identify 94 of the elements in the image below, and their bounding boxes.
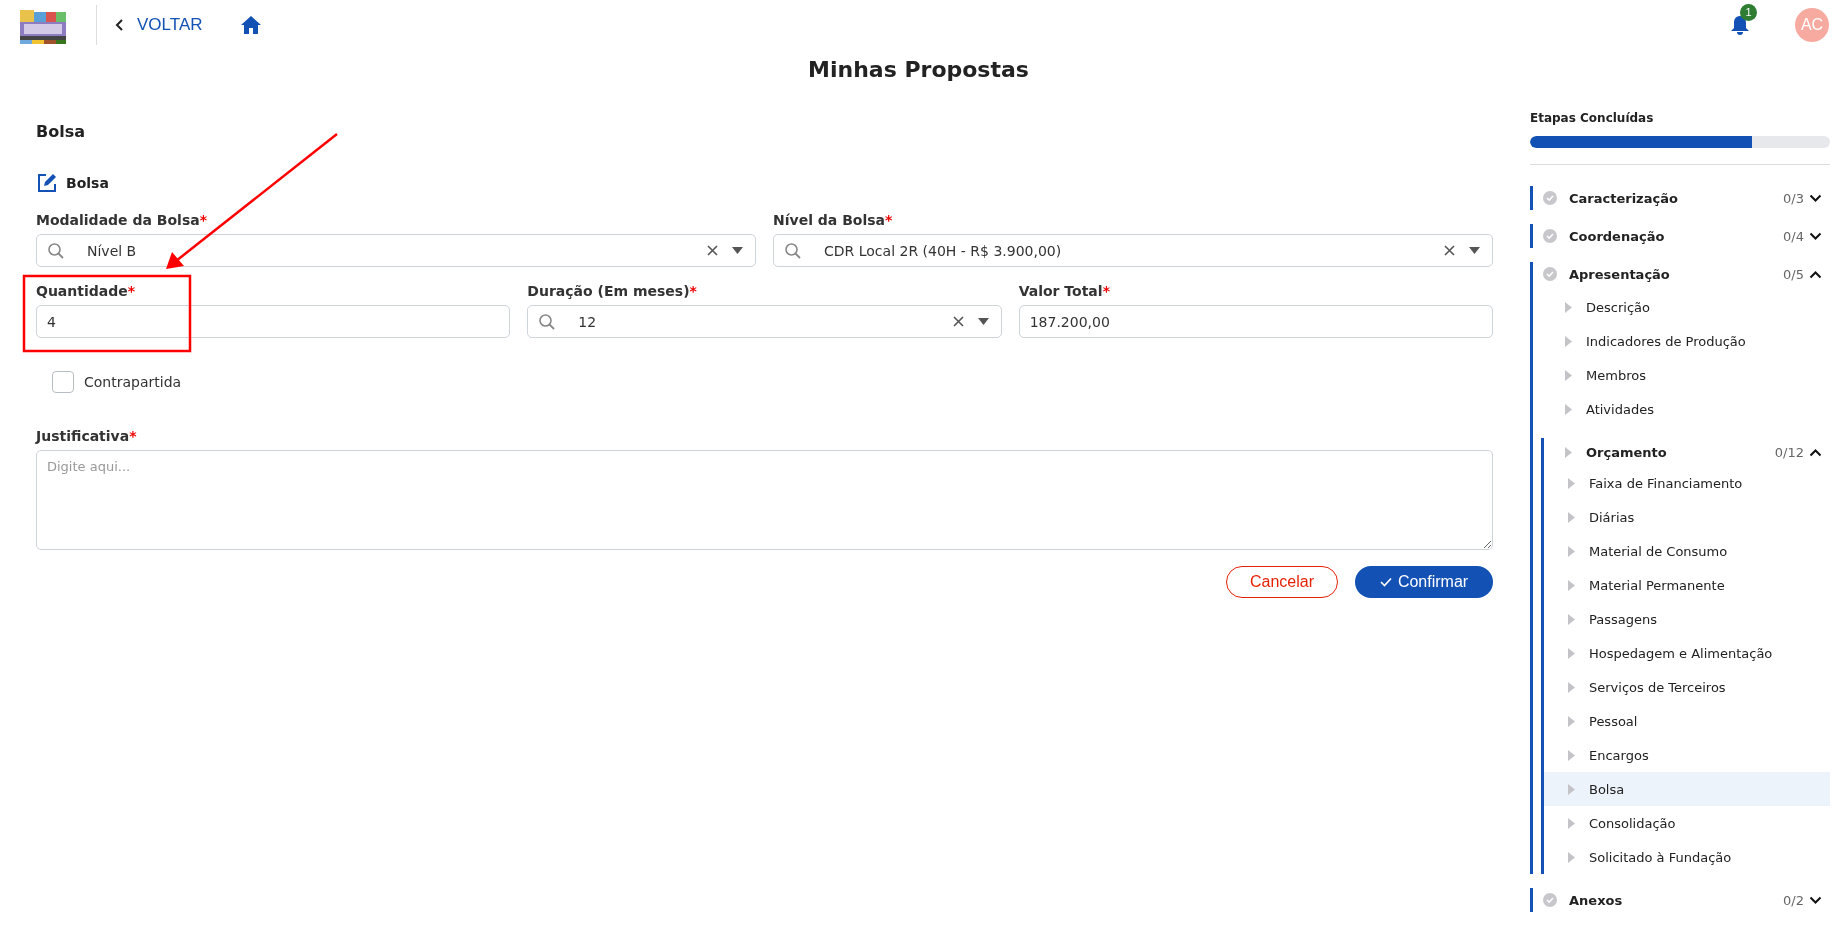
nav-section[interactable]: Anexos	[1533, 892, 1784, 908]
edit-icon	[36, 172, 58, 194]
chevron-up-icon[interactable]	[1809, 269, 1822, 279]
select-field[interactable]: 12	[527, 305, 1002, 338]
nav-item[interactable]: Faixa de Financiamento	[1544, 466, 1830, 500]
clear-icon[interactable]	[707, 245, 718, 256]
nav-item[interactable]: Membros	[1533, 358, 1830, 392]
triangle-icon	[1568, 511, 1575, 523]
step-count: 0/3	[1783, 190, 1804, 206]
nav-item[interactable]: Serviços de Terceiros	[1544, 670, 1830, 704]
triangle-icon	[1568, 817, 1575, 829]
chevron-up-icon[interactable]	[1809, 447, 1822, 457]
home-icon[interactable]	[239, 15, 262, 35]
triangle-icon	[1565, 446, 1572, 458]
field-label: Modalidade da Bolsa	[36, 211, 200, 229]
field-label: Duração (Em meses)	[527, 282, 690, 300]
search-icon	[538, 312, 557, 331]
checkbox[interactable]	[52, 371, 74, 393]
nav-item[interactable]: Indicadores de Produção	[1533, 324, 1830, 358]
field-label: Justificativa	[36, 427, 130, 445]
required-mark: *	[127, 282, 136, 300]
checkbox-label: Contrapartida	[84, 374, 182, 390]
triangle-icon	[1565, 301, 1572, 313]
nav-item[interactable]: Encargos	[1544, 738, 1830, 772]
chevron-down-icon[interactable]	[1809, 231, 1822, 241]
select-field[interactable]: CDR Local 2R (40H - R$ 3.900,00)	[773, 234, 1493, 267]
nav-item[interactable]: Material de Consumo	[1544, 534, 1830, 568]
nav-item[interactable]: Descrição	[1533, 290, 1830, 324]
search-icon	[47, 241, 65, 260]
caret-icon[interactable]	[732, 247, 743, 254]
triangle-icon	[1568, 749, 1575, 761]
required-mark: *	[689, 282, 697, 300]
step-count: 0/12	[1774, 444, 1804, 460]
page-title: Minhas Propostas	[807, 56, 1030, 84]
nav-item[interactable]: Material Permanente	[1544, 568, 1830, 602]
step-count: 0/4	[1783, 228, 1804, 244]
nav-item[interactable]: Solicitado à Fundação	[1544, 840, 1830, 874]
triangle-icon	[1568, 681, 1575, 693]
nav-section[interactable]: Coordenação	[1533, 228, 1784, 244]
caret-icon[interactable]	[1469, 247, 1480, 254]
triangle-icon	[1568, 477, 1575, 489]
triangle-icon	[1568, 545, 1575, 557]
caret-icon[interactable]	[977, 318, 989, 325]
bell-icon[interactable]	[1730, 14, 1750, 36]
triangle-icon	[1568, 715, 1575, 727]
required-mark: *	[199, 211, 207, 229]
nav-item[interactable]: Diárias	[1544, 500, 1830, 534]
check-circle-icon	[1543, 267, 1557, 281]
search-icon	[784, 241, 802, 260]
input-field[interactable]: 187.200,00	[1018, 305, 1493, 338]
triangle-icon	[1568, 851, 1575, 863]
field-label: Valor Total	[1018, 282, 1103, 300]
subsection-title: Bolsa	[66, 175, 109, 191]
nav-section[interactable]: Caracterização	[1533, 190, 1784, 206]
triangle-icon	[1565, 369, 1572, 381]
back-link[interactable]: VOLTAR	[115, 13, 203, 37]
nav-item[interactable]: Bolsa	[1544, 772, 1830, 806]
triangle-icon	[1568, 613, 1575, 625]
required-mark: *	[1102, 282, 1110, 300]
required-mark: *	[885, 211, 893, 229]
triangle-icon	[1568, 579, 1575, 591]
field-label: Nível da Bolsa	[773, 211, 886, 229]
nav-item[interactable]: Orçamento	[1544, 438, 1775, 466]
step-count: 0/5	[1783, 266, 1804, 282]
notification-badge: 1	[1740, 4, 1757, 21]
chevron-down-icon[interactable]	[1809, 895, 1822, 905]
step-count: 0/2	[1783, 892, 1804, 908]
check-circle-icon	[1543, 191, 1557, 205]
clear-icon[interactable]	[1444, 245, 1455, 256]
triangle-icon	[1565, 403, 1572, 415]
section-title: Bolsa	[36, 121, 86, 143]
confirm-button[interactable]: Confirmar	[1355, 566, 1493, 598]
cancel-button[interactable]: Cancelar	[1226, 566, 1338, 598]
clear-icon[interactable]	[952, 316, 964, 327]
chevron-left-icon	[115, 19, 125, 31]
progress-label: Etapas Concluídas	[1530, 110, 1655, 126]
nav-item[interactable]: Consolidação	[1544, 806, 1830, 840]
check-icon	[1379, 577, 1392, 587]
triangle-icon	[1568, 783, 1575, 795]
nav-section[interactable]: Apresentação	[1533, 266, 1784, 282]
field-label: Quantidade	[36, 282, 128, 300]
triangle-icon	[1565, 335, 1572, 347]
nav-item[interactable]: Passagens	[1544, 602, 1830, 636]
text-area[interactable]: Digite aqui...	[36, 450, 1493, 550]
nav-item[interactable]: Hospedagem e Alimentação	[1544, 636, 1830, 670]
nav-item[interactable]: Pessoal	[1544, 704, 1830, 738]
select-field[interactable]: Nível B	[36, 234, 756, 267]
check-circle-icon	[1543, 229, 1557, 243]
required-mark: *	[129, 427, 137, 445]
chevron-down-icon[interactable]	[1809, 193, 1822, 203]
triangle-icon	[1568, 647, 1575, 659]
check-circle-icon	[1543, 893, 1557, 907]
input-field[interactable]: 4	[36, 305, 511, 338]
nav-item[interactable]: Atividades	[1533, 392, 1830, 426]
